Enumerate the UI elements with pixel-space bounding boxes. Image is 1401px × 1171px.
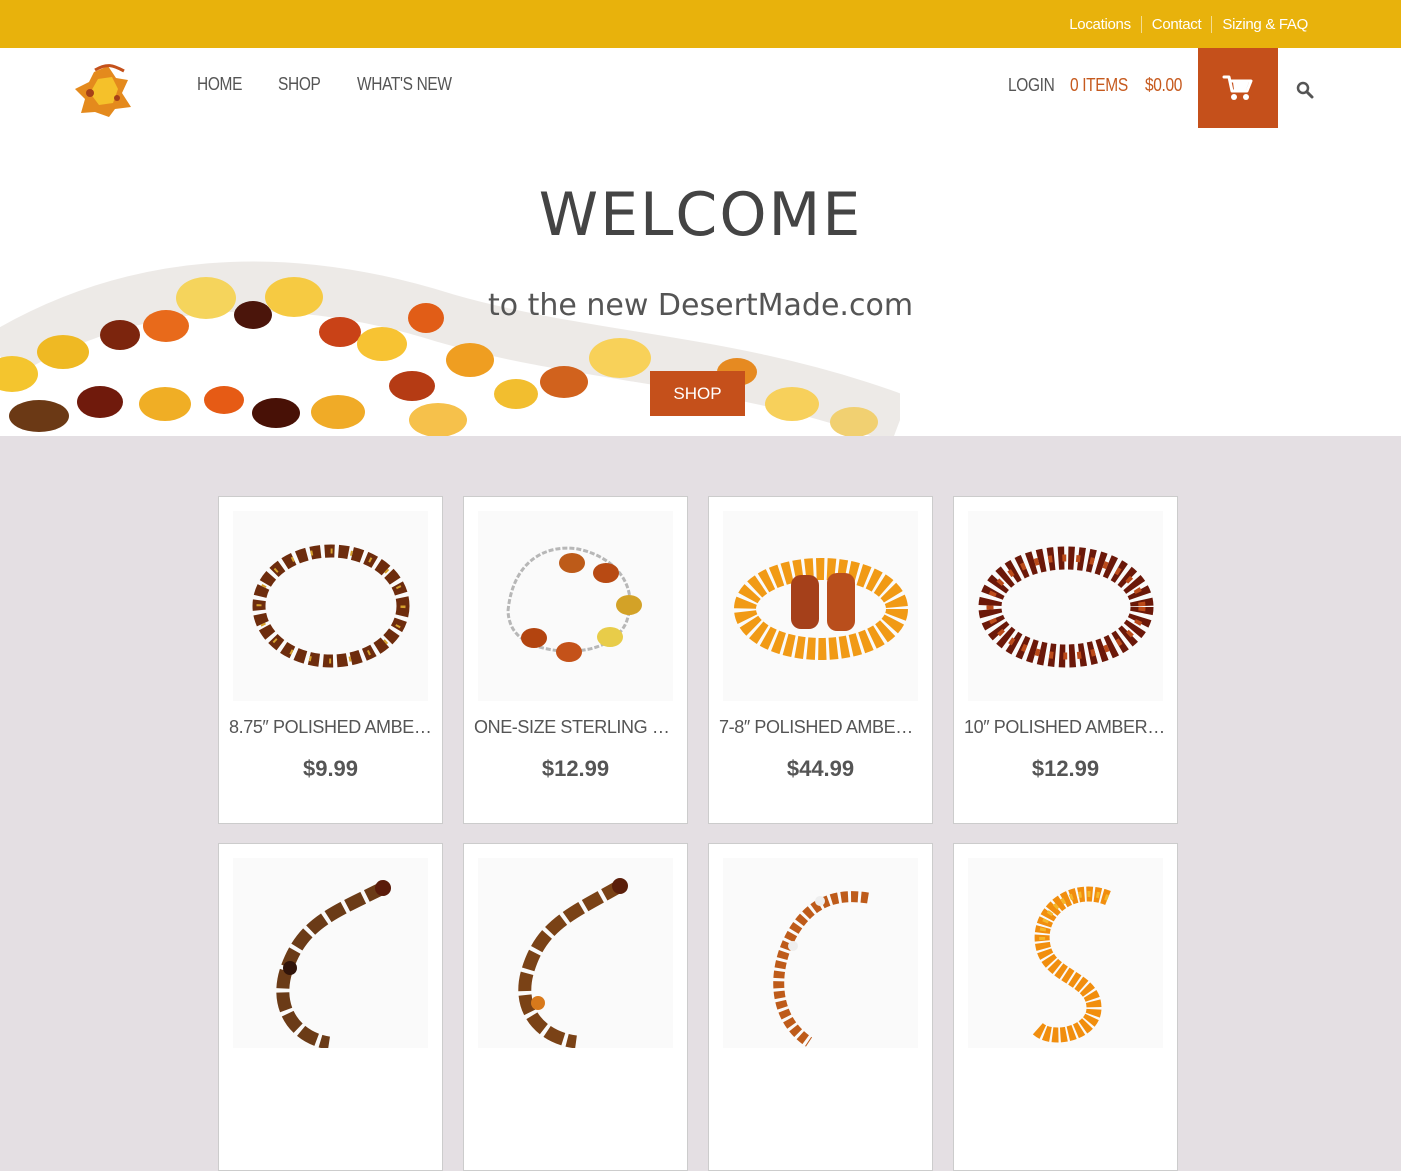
product-price: $12.99 xyxy=(1031,756,1100,781)
product-price: $12.99 xyxy=(541,756,610,781)
product-image-wood-necklace[interactable] xyxy=(233,858,428,1048)
product-title[interactable]: 8.75″ POLISHED AMBER B... xyxy=(229,717,432,738)
search-icon xyxy=(1296,81,1314,99)
product-card[interactable]: 7-8″ POLISHED AMBER ST... $44.99 xyxy=(708,496,933,824)
cart-items-link[interactable]: 0 ITEMS xyxy=(1070,75,1128,96)
contact-link[interactable]: Contact xyxy=(1140,15,1212,33)
product-price: $9.99 xyxy=(302,756,359,781)
product-card[interactable] xyxy=(218,843,443,1171)
nav-home[interactable]: HOME xyxy=(197,74,242,95)
search-button[interactable] xyxy=(1293,78,1317,102)
product-title[interactable]: 10″ POLISHED AMBER AN... xyxy=(964,717,1167,738)
nav-whats-new[interactable]: WHAT'S NEW xyxy=(357,74,452,95)
header: HOME SHOP WHAT'S NEW LOGIN 0 ITEMS $0.00 xyxy=(0,48,1401,128)
product-price: $44.99 xyxy=(786,756,855,781)
cart-total: $0.00 xyxy=(1145,75,1183,95)
product-card[interactable] xyxy=(953,843,1178,1171)
locations-link[interactable]: Locations xyxy=(1059,16,1141,33)
product-title[interactable]: ONE-SIZE STERLING SILVE... xyxy=(474,717,677,738)
product-card[interactable]: 8.75″ POLISHED AMBER B... $9.99 xyxy=(218,496,443,824)
product-card[interactable] xyxy=(463,843,688,1171)
top-bar: Locations Contact Sizing & FAQ xyxy=(0,0,1401,48)
product-card[interactable]: ONE-SIZE STERLING SILVE... $12.99 xyxy=(463,496,688,824)
product-image-amber-necklace[interactable] xyxy=(968,511,1163,701)
hero-shop-button[interactable]: SHOP xyxy=(650,371,745,416)
product-card[interactable]: 10″ POLISHED AMBER AN... $12.99 xyxy=(953,496,1178,824)
login-link[interactable]: LOGIN xyxy=(1008,75,1055,96)
cart-button[interactable] xyxy=(1198,48,1278,128)
amber-beads-image xyxy=(0,261,900,436)
hero-title: WELCOME xyxy=(538,180,863,250)
desert-made-logo[interactable] xyxy=(70,62,136,118)
product-title[interactable]: 7-8″ POLISHED AMBER ST... xyxy=(719,717,922,738)
hero-subtitle: to the new DesertMade.com xyxy=(487,288,914,323)
product-image-honey-amber-necklace[interactable] xyxy=(968,858,1163,1048)
hero-banner: WELCOME to the new DesertMade.com SHOP xyxy=(0,128,1401,436)
product-image-wood-amber-necklace[interactable] xyxy=(478,858,673,1048)
shopping-cart-icon xyxy=(1222,75,1253,100)
account-links: LOGIN 0 ITEMS $0.00 xyxy=(1008,75,1188,96)
top-links: Locations Contact Sizing & FAQ xyxy=(1059,0,1318,48)
product-image-amber-shell-necklace[interactable] xyxy=(723,858,918,1048)
product-card[interactable] xyxy=(708,843,933,1171)
main-nav: HOME SHOP WHAT'S NEW xyxy=(197,74,467,95)
product-image-bracelet-amber[interactable] xyxy=(233,511,428,701)
product-image-silver-bracelet[interactable] xyxy=(478,511,673,701)
product-image-stretch-bracelet[interactable] xyxy=(723,511,918,701)
sizing-faq-link[interactable]: Sizing & FAQ xyxy=(1211,15,1318,33)
nav-shop[interactable]: SHOP xyxy=(278,74,321,95)
